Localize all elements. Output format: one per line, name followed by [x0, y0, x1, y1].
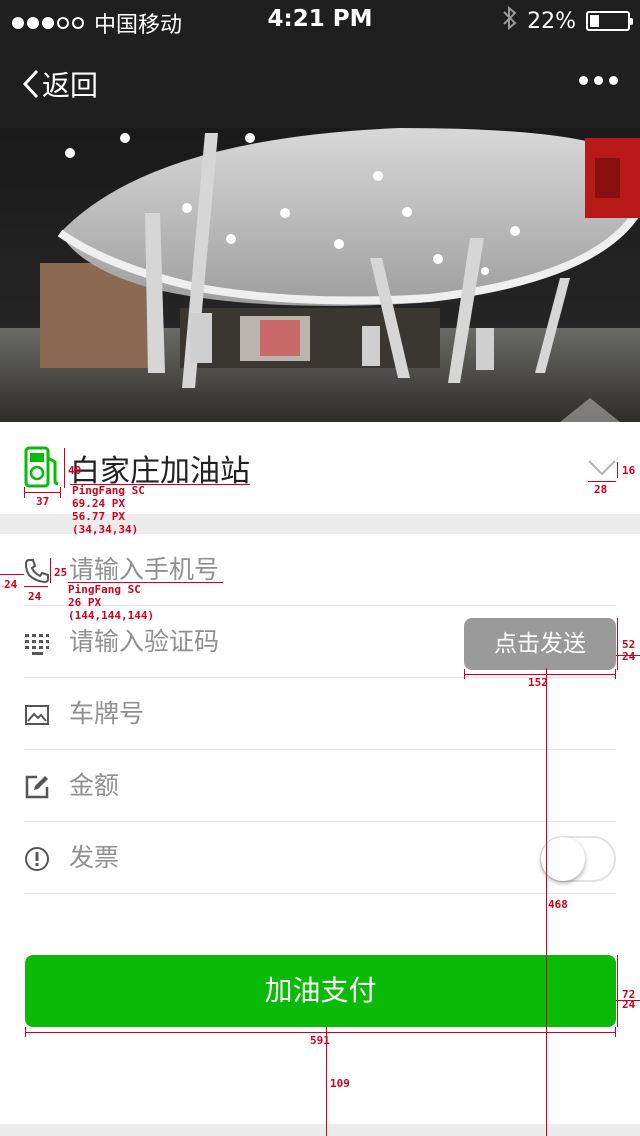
spec-pay-right: 24	[622, 998, 636, 1011]
spec-send-offset: 468	[548, 898, 568, 911]
station-name: 白家庄加油站	[70, 454, 250, 489]
plate-input[interactable]: 车牌号	[69, 694, 144, 730]
invoice-toggle[interactable]	[540, 836, 616, 882]
code-row[interactable]: 请输入验证码 点击发送	[24, 606, 616, 678]
back-button[interactable]: 返回	[22, 64, 98, 104]
battery-icon	[586, 11, 633, 31]
spec-pay-height: 72	[622, 988, 636, 1001]
info-icon	[24, 846, 50, 872]
bluetooth-icon	[503, 5, 517, 36]
spec-phone-left: 24	[4, 578, 18, 591]
keypad-icon	[24, 630, 50, 656]
chevron-left-icon	[22, 69, 39, 99]
spec-pay-offset: 109	[330, 1077, 350, 1090]
gas-pump-icon	[24, 446, 62, 492]
section-divider	[0, 514, 640, 534]
toggle-knob	[541, 837, 585, 881]
amount-row[interactable]: 金额	[24, 750, 616, 822]
bottom-divider	[0, 1124, 640, 1136]
amount-input[interactable]: 金额	[69, 766, 119, 802]
app-screen: 中国移动 4:21 PM 22% 返回 白家庄加油站 请输入手机号 请输入验证码…	[0, 0, 640, 1136]
image-icon	[24, 702, 50, 728]
phone-icon	[24, 558, 50, 584]
invoice-row[interactable]: 发票	[24, 822, 616, 894]
chevron-down-icon[interactable]	[588, 460, 616, 480]
battery-percent: 22%	[527, 8, 576, 34]
nav-bar: 返回	[0, 40, 640, 128]
pay-button[interactable]: 加油支付	[25, 955, 616, 1027]
phone-row[interactable]: 请输入手机号	[24, 534, 616, 606]
station-header[interactable]: 白家庄加油站	[0, 422, 640, 514]
invoice-label: 发票	[69, 843, 120, 872]
back-label: 返回	[42, 69, 99, 102]
battery-info: 22%	[503, 5, 633, 36]
phone-input[interactable]: 请输入手机号	[69, 550, 219, 586]
spec-send-height: 52	[622, 638, 636, 651]
status-bar: 中国移动 4:21 PM 22%	[0, 0, 640, 40]
station-photo	[0, 128, 640, 422]
plate-row[interactable]: 车牌号	[24, 678, 616, 750]
spec-pay-width: 591	[310, 1034, 330, 1047]
spec-send-right: 24	[622, 650, 636, 663]
code-input[interactable]: 请输入验证码	[69, 622, 219, 658]
more-dots-icon[interactable]	[579, 76, 618, 85]
edit-icon	[24, 774, 50, 800]
send-code-button[interactable]: 点击发送	[464, 618, 616, 670]
